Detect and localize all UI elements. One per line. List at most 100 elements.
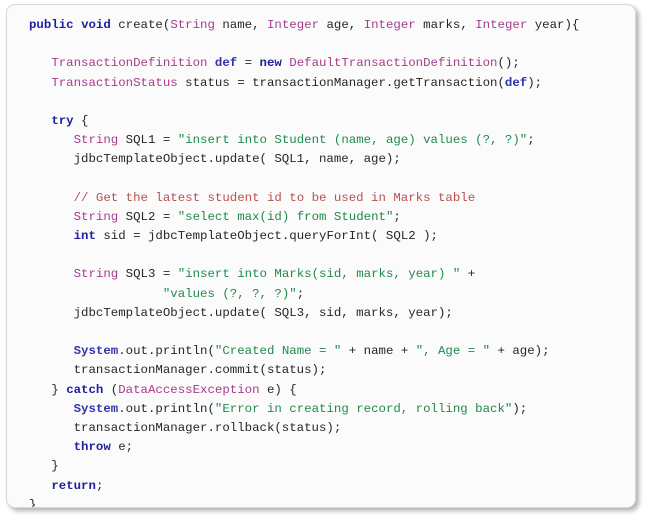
code-token-var: System — [73, 344, 119, 359]
code-token-typ: Integer — [267, 18, 320, 32]
code-token-kw: return — [51, 478, 96, 493]
code-token-pln: transactionManager.commit(status); — [29, 363, 327, 378]
code-line: } catch (DataAccessException e) { — [7, 381, 635, 400]
code-token-typ: Integer — [363, 18, 416, 32]
code-token-pln: .out.println( — [118, 344, 215, 359]
code-token-pln: e; — [110, 440, 134, 455]
code-line: } — [7, 496, 635, 508]
code-token-pln — [74, 18, 81, 32]
code-token-pln: SQL2 = — [118, 209, 178, 224]
code-token-str: "insert into Marks(sid, marks, year) " — [177, 267, 461, 282]
code-token-pln: (); — [497, 56, 520, 71]
code-token-typ: String — [170, 18, 215, 32]
code-token-pln — [29, 479, 51, 493]
code-line: jdbcTemplateObject.update( SQL1, name, a… — [7, 150, 635, 169]
code-token-pln: = — [237, 56, 260, 71]
code-token-pln: name, — [214, 18, 267, 32]
code-token-pln — [29, 402, 74, 416]
code-token-str: "Error in creating record, rolling back" — [214, 401, 513, 416]
code-token-var: def — [504, 75, 528, 90]
code-token-pln: status = transactionManager.getTransacti… — [177, 75, 505, 90]
code-token-pln: + name + — [341, 344, 416, 359]
code-token-pln — [29, 229, 74, 243]
code-token-pln: ; — [95, 478, 104, 493]
code-token-kw: int — [73, 229, 96, 244]
code-token-var: System — [73, 401, 119, 416]
code-token-kw: catch — [66, 382, 104, 397]
code-token-pln — [29, 210, 74, 224]
code-token-pln: } — [29, 497, 37, 508]
code-token-pln: year){ — [527, 18, 580, 32]
code-token-pln: ); — [527, 75, 543, 90]
code-token-typ: String — [73, 133, 119, 148]
code-token-pln — [29, 56, 51, 70]
code-line: TransactionDefinition def = new DefaultT… — [7, 54, 635, 73]
code-line: "values (?, ?, ?)"; — [7, 285, 635, 304]
code-token-typ: DefaultTransactionDefinition — [289, 56, 498, 71]
code-token-kw: public — [29, 18, 74, 32]
code-line: TransactionStatus status = transactionMa… — [7, 74, 635, 93]
code-line: String SQL1 = "insert into Student (name… — [7, 131, 635, 150]
code-token-pln — [29, 344, 74, 358]
code-line: transactionManager.rollback(status); — [7, 419, 635, 438]
code-token-kw: try — [51, 113, 74, 128]
code-token-str: ", Age = " — [415, 344, 491, 359]
code-token-pln — [29, 440, 74, 454]
code-token-pln: sid = jdbcTemplateObject.queryForInt( SQ… — [95, 229, 438, 244]
code-token-pln: age, — [319, 18, 364, 32]
code-token-pln — [29, 133, 74, 147]
code-token-typ: String — [73, 267, 119, 282]
code-line: return; — [7, 477, 635, 496]
code-token-kw: new — [259, 56, 282, 71]
code-token-pln: + age); — [490, 344, 550, 359]
code-line: System.out.println("Created Name = " + n… — [7, 342, 635, 361]
code-token-cmt: // Get the latest student id to be used … — [73, 190, 476, 205]
code-token-pln: } — [29, 382, 67, 397]
code-token-pln: SQL1 = — [118, 133, 178, 148]
code-token-typ: Integer — [475, 18, 528, 32]
code-token-kw: void — [81, 18, 111, 32]
code-token-pln — [29, 114, 51, 128]
code-token-str: "select max(id) from Student" — [177, 209, 394, 224]
code-token-pln — [29, 191, 74, 205]
code-token-pln: { — [73, 113, 89, 128]
code-line: String SQL2 = "select max(id) from Stude… — [7, 208, 635, 227]
code-line: jdbcTemplateObject.update( SQL3, sid, ma… — [7, 304, 635, 323]
code-token-pln: ; — [296, 286, 305, 301]
code-token-var: def — [214, 56, 238, 71]
code-token-pln: create( — [110, 18, 171, 32]
code-token-pln: ; — [393, 209, 401, 224]
code-token-pln: ); — [512, 401, 528, 416]
code-token-pln: transactionManager.rollback(status); — [29, 420, 342, 435]
code-token-str: "Created Name = " — [214, 344, 342, 359]
code-token-pln: SQL3 = — [118, 267, 178, 282]
code-line: // Get the latest student id to be used … — [7, 189, 635, 208]
code-token-str: "values (?, ?, ?)" — [162, 286, 297, 301]
code-token-typ: TransactionDefinition — [51, 56, 208, 71]
code-token-pln: } — [29, 459, 59, 474]
code-token-typ: TransactionStatus — [51, 75, 178, 90]
code-token-pln: ; — [527, 133, 535, 148]
code-token-pln: ( — [103, 382, 119, 397]
code-token-pln — [29, 267, 74, 281]
code-token-pln: .out.println( — [118, 401, 215, 416]
code-token-pln — [207, 56, 214, 70]
code-token-pln: jdbcTemplateObject.update( SQL1, name, a… — [29, 152, 401, 167]
code-line: String SQL3 = "insert into Marks(sid, ma… — [7, 265, 635, 284]
code-token-typ: String — [73, 209, 119, 224]
code-line: try { — [7, 112, 635, 131]
code-token-pln: e) { — [259, 382, 297, 397]
code-block: public void create(String name, Integer … — [7, 5, 635, 508]
code-line: int sid = jdbcTemplateObject.queryForInt… — [7, 227, 635, 246]
code-line: transactionManager.commit(status); — [7, 361, 635, 380]
code-token-pln: jdbcTemplateObject.update( SQL3, sid, ma… — [29, 305, 453, 320]
code-token-str: "insert into Student (name, age) values … — [177, 133, 528, 148]
code-line: throw e; — [7, 438, 635, 457]
code-token-pln: marks, — [415, 18, 476, 32]
code-line: System.out.println("Error in creating re… — [7, 400, 635, 419]
